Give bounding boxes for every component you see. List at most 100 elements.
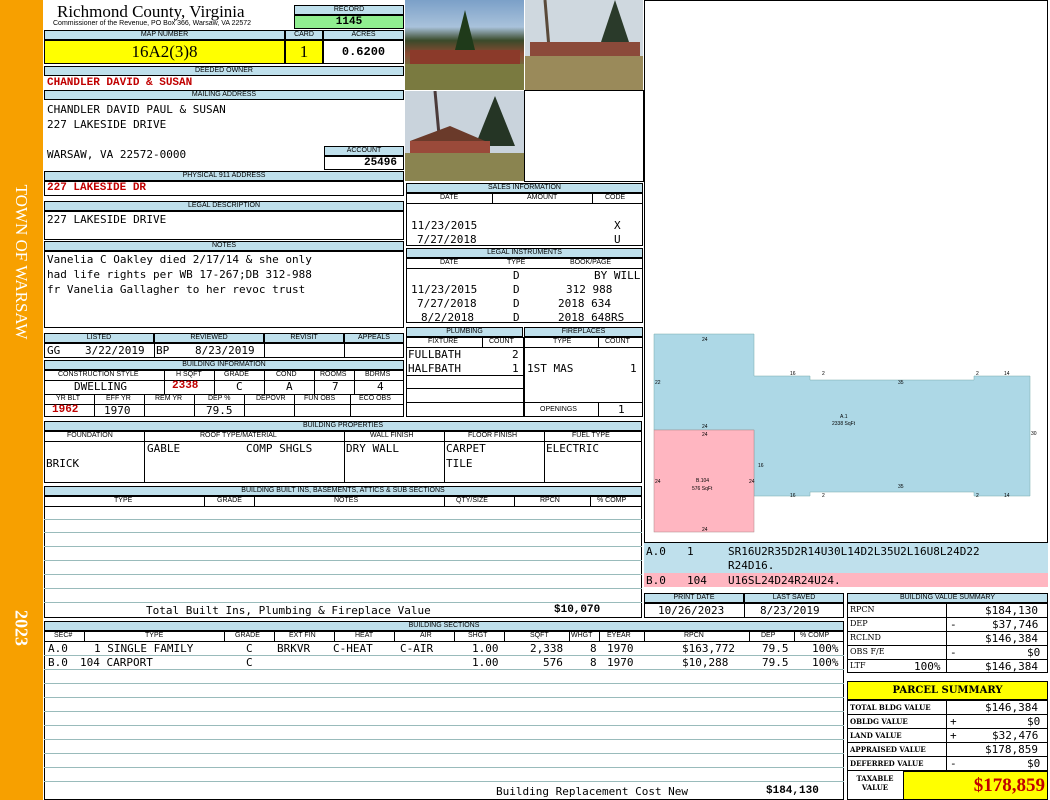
divider [794,631,795,641]
divider [154,343,155,358]
sketch-desc: SR16U2R35D2R14U30L14D2L35U2L16U8L24D22 [728,545,980,558]
revisit-label: REVISIT [264,333,344,343]
sec-col: SQFT [530,632,549,639]
divider [524,402,643,403]
sales-label: SALES INFORMATION [406,183,643,193]
prop-col: FLOOR FINISH [468,432,518,439]
instr-book: 2018 648RS [558,311,625,324]
grade: C [236,380,243,393]
divider [444,431,445,483]
account-value: 25496 [324,156,404,170]
instr-date: 8/2/2018 [421,311,474,324]
fireplace-table [524,337,643,417]
instruments-label: LEGAL INSTRUMENTS [406,248,643,258]
reviewed-by: BP [156,344,170,357]
sales-code: X [614,219,621,232]
divider [44,753,844,754]
parcel-sign: + [950,729,957,742]
divider [504,631,505,641]
taxable-label: TAXABLE VALUE [850,774,900,792]
sketch-dim: 24 [655,479,661,485]
sketch-desc: U16SL24D24R24U24. [728,574,841,587]
divider [294,394,295,417]
instr-date: 7/27/2018 [417,297,477,310]
notes-line: had life rights per WB 17-267;DB 312-988 [47,268,312,281]
divider [44,711,844,712]
bvs-sign: - [950,646,957,659]
sec-col: HEAT [355,632,374,639]
sec-heat: C-HEAT [333,642,373,655]
sketch-dim: 16 [758,463,764,469]
sketch-label-b: B.104 [696,478,709,484]
sec-num: B.0 [48,656,68,669]
listed-label: LISTED [44,333,154,343]
divider [847,645,1048,646]
divider [334,631,335,641]
instr-book: BY WILL [594,269,641,282]
divider [592,193,593,203]
bi-col: TYPE [114,497,133,504]
sec-shgt: 1.00 [472,642,499,655]
divider [590,496,591,506]
divider [44,519,642,520]
foundation: BRICK [46,457,80,470]
sketch-area-b: 576 SqFt [692,486,713,492]
floor-finish-2: TILE [446,457,473,470]
deeded-label: DEEDED OWNER [44,66,404,76]
divider [44,725,844,726]
sec-whgt: 8 [590,656,597,669]
sketch-area-a: 2338 SqFt [832,421,856,427]
instr-col-type: TYPE [507,259,526,266]
house-photo-2 [525,0,643,90]
condition: A [286,380,293,393]
bld-col2: DEPOVR [256,395,286,402]
divider [492,193,493,203]
divider [644,631,645,641]
reviewed-label: REVIEWED [154,333,264,343]
sec-rpcn: $10,288 [682,656,729,669]
sketch-dim: 24 [702,337,708,343]
sketch-dim: 24 [702,432,708,438]
taxable-label-2: VALUE [861,783,889,792]
sales-date: 11/23/2015 [411,219,478,232]
bvs-label-dep: DEP [850,619,868,628]
bvs-value: $37,746 [992,618,1039,631]
sketch-label-a: A.1 [840,414,848,420]
divider [406,375,524,376]
bi-col: % COMP [597,497,627,504]
print-date: 10/26/2023 [658,604,725,617]
wall-finish: DRY WALL [346,442,399,455]
bvs-label-obs: OBS F/E [850,647,885,656]
floor-finish-1: CARPET [446,442,486,455]
sec-col: % COMP [800,632,830,639]
sec-col: WHGT [571,632,593,639]
construction-style: DWELLING [74,380,127,393]
bi-col: GRADE [217,497,242,504]
prop-col: ROOF TYPE/MATERIAL [200,432,277,439]
parcel-value: $0 [1027,715,1041,728]
roof-type: GABLE [147,442,181,455]
sketch-dim: 24 [702,424,708,430]
roof-material: COMP SHGLS [246,442,313,455]
sketch-dim: 2 [822,493,825,499]
parcel-sign: - [950,757,957,770]
sec-air: C-AIR [400,642,434,655]
sketch-dim: 24 [749,479,755,485]
parcel-sign: + [950,715,957,728]
sec-col: RPCN [684,632,704,639]
map-number: 16A2(3)8 [44,40,285,64]
divider [344,431,345,483]
sketch-dim: 24 [702,527,708,533]
properties-table [44,431,642,483]
taxable-label-1: TAXABLE [856,774,894,783]
divider [406,402,524,403]
bi-col: RPCN [540,497,560,504]
divider [44,588,642,589]
divider [44,697,844,698]
bvs-value: $146,384 [985,660,1038,673]
listed-by: GG [47,344,61,357]
divider [44,781,844,782]
divider [44,560,642,561]
legal-value: 227 LAKESIDE DRIVE [47,213,167,226]
fuel-type: ELECTRIC [546,442,599,455]
